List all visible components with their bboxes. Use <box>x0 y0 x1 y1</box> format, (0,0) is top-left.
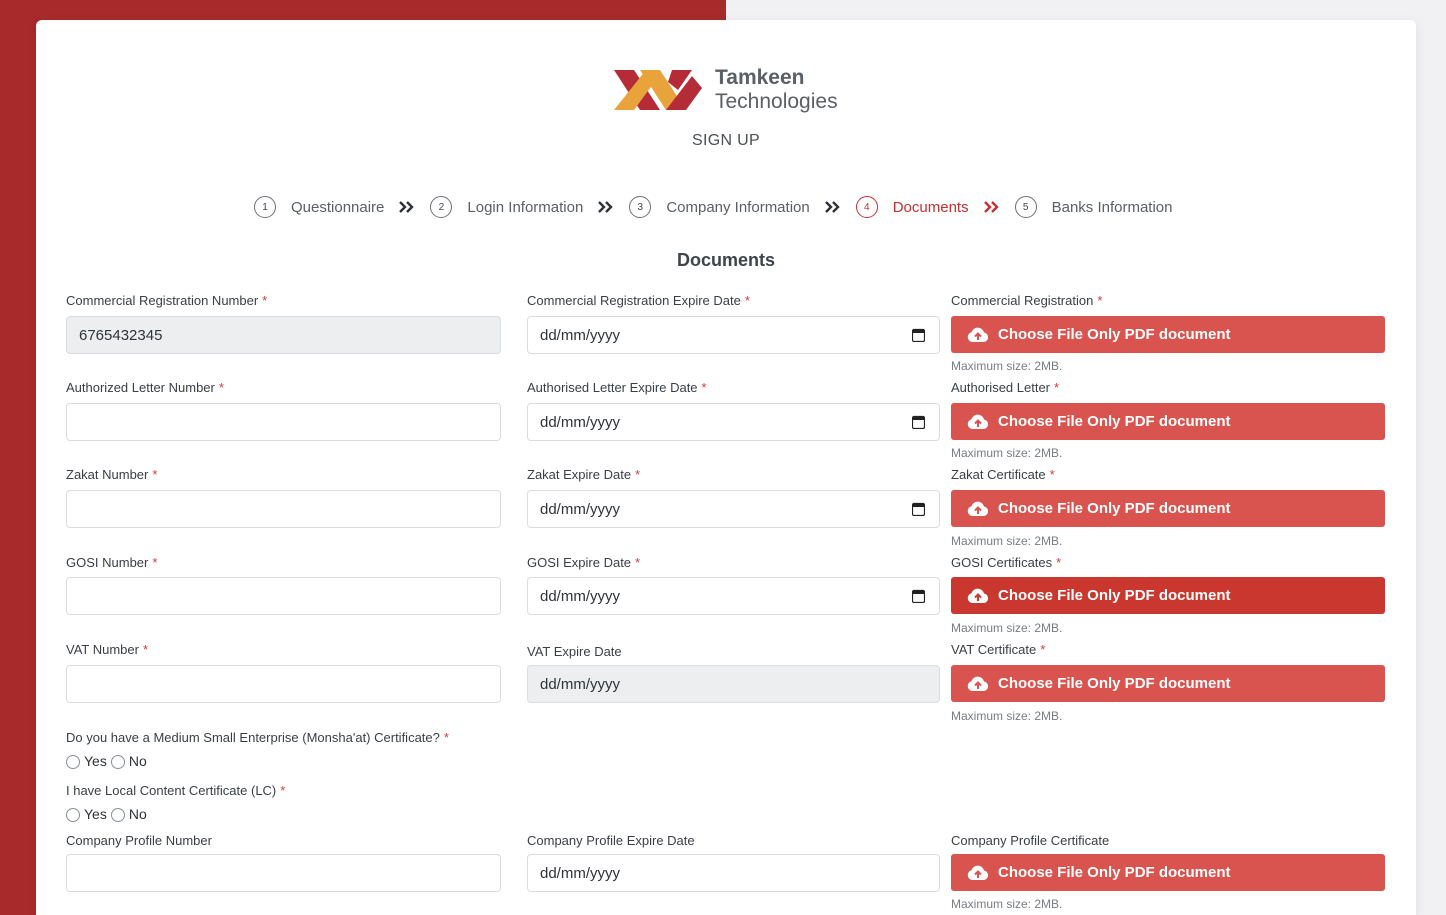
zakat-expire-date-label: Zakat Expire Date * <box>527 467 641 482</box>
zakat-number-input[interactable] <box>66 490 501 528</box>
cr-expire-date-input[interactable]: dd/mm/yyyy <box>527 316 940 354</box>
monshaat-yes-label[interactable]: Yes <box>84 753 107 769</box>
step-company-information[interactable]: 3 Company Information <box>629 196 810 218</box>
company-profile-file-label: Company Profile Certificate <box>951 833 1110 848</box>
company-profile-upload-hint: Maximum size: 2MB. <box>951 897 1063 911</box>
auth-letter-file-label: Authorised Letter * <box>951 380 1060 395</box>
auth-letter-expire-date-input[interactable]: dd/mm/yyyy <box>527 403 940 441</box>
step-label: Company Information <box>666 198 810 216</box>
company-profile-upload-button[interactable]: Choose File Only PDF document <box>951 854 1385 891</box>
step-documents[interactable]: 4 Documents <box>855 196 969 218</box>
company-profile-number-label: Company Profile Number <box>66 833 212 848</box>
gosi-expire-date-input[interactable]: dd/mm/yyyy <box>527 577 940 615</box>
cloud-upload-icon <box>967 865 989 880</box>
zakat-upload-button[interactable]: Choose File Only PDF document <box>951 490 1385 527</box>
signup-card: Tamkeen Technologies SIGN UP 1 Questionn… <box>36 20 1416 915</box>
zakat-number-label: Zakat Number * <box>66 467 158 482</box>
zakat-expire-date-input[interactable]: dd/mm/yyyy <box>527 490 940 528</box>
vat-expire-date-input[interactable]: dd/mm/yyyy <box>527 665 940 703</box>
vat-number-label: VAT Number * <box>66 642 149 657</box>
cloud-upload-icon <box>967 676 989 691</box>
zakat-file-label: Zakat Certificate * <box>951 467 1055 482</box>
lc-question-label: I have Local Content Certificate (LC) * <box>66 783 286 798</box>
cr-number-label: Commercial Registration Number * <box>66 293 268 308</box>
gosi-file-label: GOSI Certificates * <box>951 555 1062 570</box>
calendar-icon[interactable] <box>912 589 925 603</box>
monshaat-question-label: Do you have a Medium Small Enterprise (M… <box>66 730 449 745</box>
section-title: Documents <box>676 250 775 270</box>
lc-radio-group: Yes No <box>66 805 147 822</box>
gosi-number-input[interactable] <box>66 577 501 615</box>
cloud-upload-icon <box>967 327 989 342</box>
monshaat-no-radio[interactable] <box>110 755 125 769</box>
company-profile-expire-date-label: Company Profile Expire Date <box>527 833 695 848</box>
cr-number-input[interactable]: 6765432345 <box>66 316 501 354</box>
monshaat-yes-radio[interactable] <box>66 755 80 769</box>
monshaat-radio-group: Yes No <box>66 752 147 769</box>
cr-upload-button[interactable]: Choose File Only PDF document <box>951 316 1385 353</box>
page-title: SIGN UP <box>692 132 760 149</box>
step-label: Banks Information <box>1051 198 1173 216</box>
calendar-icon[interactable] <box>912 328 925 342</box>
step-number: 3 <box>629 196 652 218</box>
calendar-icon[interactable] <box>912 415 925 429</box>
tamkeen-logo: Tamkeen Technologies <box>612 65 852 115</box>
step-banks-information[interactable]: 5 Banks Information <box>1014 196 1173 218</box>
gosi-expire-date-label: GOSI Expire Date * <box>527 555 641 570</box>
lc-yes-label[interactable]: Yes <box>84 806 107 822</box>
cr-upload-hint: Maximum size: 2MB. <box>951 359 1063 373</box>
step-number: 2 <box>430 196 453 218</box>
cr-expire-date-label: Commercial Registration Expire Date * <box>527 293 750 308</box>
vat-file-label: VAT Certificate * <box>951 642 1046 657</box>
signup-stepper: 1 Questionnaire 2 Login Information 3 Co… <box>254 195 1173 219</box>
step-label: Questionnaire <box>291 198 385 216</box>
logo-name-line1: Tamkeen <box>715 66 805 89</box>
monshaat-no-label[interactable]: No <box>129 753 147 769</box>
cloud-upload-icon <box>967 501 989 516</box>
vat-number-input[interactable] <box>66 665 501 703</box>
lc-yes-radio[interactable] <box>66 808 80 822</box>
auth-letter-number-label: Authorized Letter Number * <box>66 380 224 395</box>
step-number: 5 <box>1014 196 1037 218</box>
auth-letter-upload-button[interactable]: Choose File Only PDF document <box>951 403 1385 440</box>
gosi-upload-button[interactable]: Choose File Only PDF document <box>951 577 1385 614</box>
gosi-number-label: GOSI Number * <box>66 555 158 570</box>
cloud-upload-icon <box>967 588 989 603</box>
cr-file-label: Commercial Registration * <box>951 293 1103 308</box>
zakat-upload-hint: Maximum size: 2MB. <box>951 534 1063 548</box>
auth-letter-number-input[interactable] <box>66 403 501 441</box>
double-chevron-right-icon <box>598 201 614 213</box>
auth-letter-upload-hint: Maximum size: 2MB. <box>951 446 1063 460</box>
vat-upload-button[interactable]: Choose File Only PDF document <box>951 665 1385 702</box>
lc-no-label[interactable]: No <box>129 806 147 822</box>
double-chevron-right-icon <box>399 201 415 213</box>
logo-name-line2: Technologies <box>715 90 838 113</box>
company-profile-number-input[interactable] <box>66 854 501 892</box>
company-profile-expire-date-input[interactable]: dd/mm/yyyy <box>527 854 940 892</box>
step-login-information[interactable]: 2 Login Information <box>430 196 583 218</box>
vat-upload-hint: Maximum size: 2MB. <box>951 709 1063 723</box>
cloud-upload-icon <box>967 414 989 429</box>
lc-no-radio[interactable] <box>110 808 125 822</box>
vat-expire-date-label: VAT Expire Date <box>527 644 622 659</box>
double-chevron-right-icon <box>983 201 999 213</box>
tamkeen-logo-mark-icon <box>614 70 702 110</box>
step-questionnaire[interactable]: 1 Questionnaire <box>254 196 384 218</box>
step-number: 1 <box>254 196 276 218</box>
step-number: 4 <box>855 196 878 218</box>
step-label: Documents <box>892 198 969 216</box>
calendar-icon[interactable] <box>912 502 925 516</box>
step-label: Login Information <box>467 198 584 216</box>
gosi-upload-hint: Maximum size: 2MB. <box>951 621 1063 635</box>
double-chevron-right-icon <box>824 201 840 213</box>
auth-letter-expire-date-label: Authorised Letter Expire Date * <box>527 380 707 395</box>
